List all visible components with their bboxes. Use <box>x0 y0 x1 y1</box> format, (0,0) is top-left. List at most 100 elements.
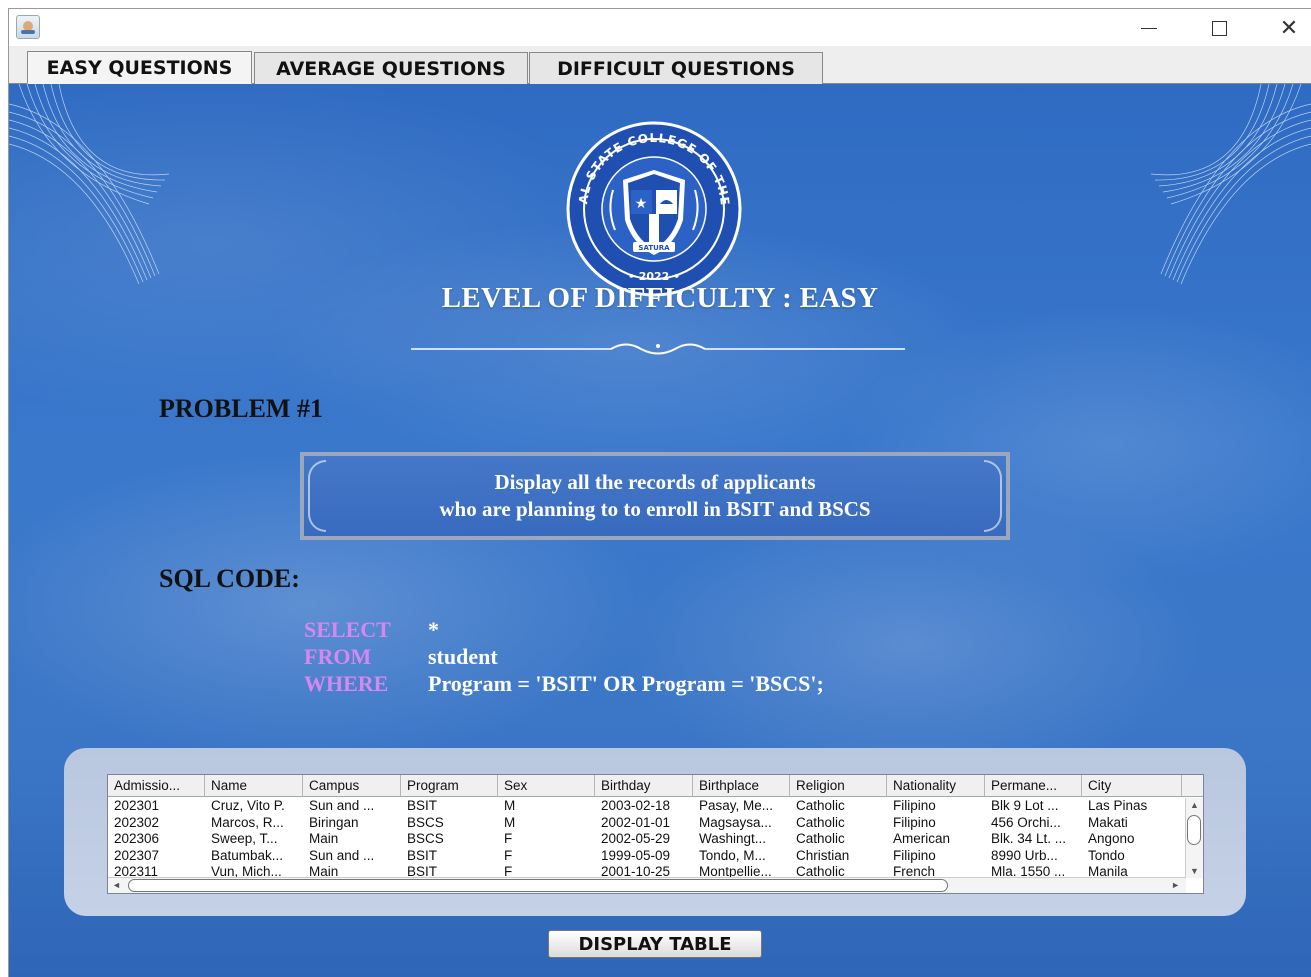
table-row[interactable]: 202301 Cruz, Vito P. Sun and ... BSIT M 2003-… <box>108 798 1184 815</box>
table-cell: F <box>504 831 513 847</box>
table-cell: Catholic <box>796 814 845 830</box>
table-cell: 202307 <box>114 847 160 863</box>
horizontal-scrollbar[interactable]: ◄ ► <box>108 877 1186 893</box>
minimize-button[interactable] <box>1114 9 1184 47</box>
table-row[interactable]: 202311 Vun, Mich... Main BSIT F 2001-10-25 Mon… <box>108 864 1184 878</box>
sql-keyword: FROM <box>304 644 372 669</box>
table-cell: Washingt... <box>699 831 767 847</box>
table-cell: Blk. 34 Lt. ... <box>991 831 1067 847</box>
problem-line-1: Display all the records of applicants <box>494 470 816 494</box>
table-cell: 8990 Urb... <box>991 847 1058 863</box>
table-cell: Pasay, Me... <box>699 798 774 813</box>
vertical-scroll-thumb[interactable] <box>1187 815 1201 845</box>
table-cell: Sun and ... <box>309 798 375 813</box>
column-header[interactable]: Birthday <box>595 775 693 797</box>
table-cell: 202311 <box>114 864 159 878</box>
table-cell: Manila <box>1088 864 1128 878</box>
table-row[interactable]: 202302 Marcos, R... Biringan BSCS M 2002-01-0… <box>108 815 1184 832</box>
table-cell: 202306 <box>114 831 160 847</box>
tab-easy-questions[interactable]: EASY QUESTIONS <box>27 51 252 84</box>
horizontal-scroll-thumb[interactable] <box>128 879 948 892</box>
close-icon: ✕ <box>1279 15 1299 41</box>
ornamental-divider <box>411 343 905 355</box>
sql-keyword: WHERE <box>304 671 389 696</box>
table-cell: BSIT <box>407 847 438 863</box>
table-cell: Tondo <box>1088 847 1125 863</box>
table-cell: Catholic <box>796 831 845 847</box>
problem-line-2: who are planning to to enroll in BSIT an… <box>439 497 871 521</box>
table-cell: Biringan <box>309 814 359 830</box>
problem-heading: PROBLEM #1 <box>159 394 323 423</box>
table-cell: Tondo, M... <box>699 847 766 863</box>
maximize-button[interactable] <box>1184 9 1254 47</box>
tab-average-questions[interactable]: AVERAGE QUESTIONS <box>254 52 528 84</box>
table-cell: American <box>893 831 951 847</box>
table-body[interactable]: 202301 Cruz, Vito P. Sun and ... BSIT M 2003-… <box>108 798 1184 878</box>
table-row[interactable]: 202307 Batumbak... Sun and ... BSIT F 1999-05… <box>108 848 1184 865</box>
table-cell: Marcos, R... <box>211 814 284 830</box>
column-header[interactable]: Permane... <box>985 775 1082 797</box>
table-cell: Filipino <box>893 798 936 813</box>
title-bar: ✕ <box>8 8 1311 46</box>
scroll-down-icon[interactable]: ▼ <box>1190 866 1199 876</box>
table-cell: Mla. 1550 ... <box>991 864 1066 878</box>
sql-argument: Program = 'BSIT' OR Program = 'BSCS'; <box>428 671 824 696</box>
table-cell: Montpellie... <box>699 864 772 878</box>
table-cell: 2002-01-01 <box>601 814 671 830</box>
table-cell: Cruz, Vito P. <box>211 798 285 813</box>
problem-statement-box: Display all the records of applicants wh… <box>300 452 1010 540</box>
table-cell: 2002-05-29 <box>601 831 671 847</box>
table-cell: Catholic <box>796 798 845 813</box>
table-cell: Filipino <box>893 814 936 830</box>
tab-strip: EASY QUESTIONS AVERAGE QUESTIONS DIFFICU… <box>9 46 1311 84</box>
close-button[interactable]: ✕ <box>1254 9 1311 47</box>
table-cell: Main <box>309 864 339 878</box>
decorative-line-art-left <box>9 84 170 284</box>
college-seal-logo: INTERNATIONAL STATE COLLEGE OF THE PHILI… <box>565 120 742 297</box>
table-cell: Sweep, T... <box>211 831 278 847</box>
table-cell: Batumbak... <box>211 847 284 863</box>
table-cell: F <box>504 847 513 863</box>
table-cell: Christian <box>796 847 850 863</box>
vertical-scrollbar[interactable]: ▲ ▼ <box>1185 798 1203 878</box>
table-cell: F <box>504 864 513 878</box>
java-cup-icon[interactable] <box>16 15 40 39</box>
column-header[interactable]: Name <box>205 775 303 797</box>
column-header[interactable]: City <box>1082 775 1182 797</box>
minimize-icon <box>1141 27 1157 29</box>
scroll-left-icon[interactable]: ◄ <box>112 880 121 890</box>
decorative-line-art-right <box>1150 84 1311 284</box>
table-cell: Magsaysa... <box>699 814 772 830</box>
scroll-right-icon[interactable]: ► <box>1171 880 1180 890</box>
results-table[interactable]: Admissio... Name Campus Program Sex Birthday B… <box>107 774 1204 894</box>
tab-difficult-questions[interactable]: DIFFICULT QUESTIONS <box>529 52 823 84</box>
column-header[interactable]: Campus <box>303 775 401 797</box>
table-cell: Main <box>309 831 339 847</box>
column-header[interactable]: Sex <box>498 775 595 797</box>
column-header[interactable]: Birthplace <box>693 775 790 797</box>
scroll-up-icon[interactable]: ▲ <box>1190 800 1199 810</box>
sql-argument: student <box>428 644 498 669</box>
column-header[interactable]: Admissio... <box>108 775 205 797</box>
table-cell: Filipino <box>893 847 936 863</box>
table-cell: Catholic <box>796 864 845 878</box>
table-cell: M <box>504 798 516 813</box>
column-header[interactable]: Nationality <box>887 775 985 797</box>
table-cell: Angono <box>1088 831 1135 847</box>
maximize-icon <box>1211 20 1227 36</box>
display-table-button[interactable]: DISPLAY TABLE <box>548 930 762 958</box>
table-cell: 202302 <box>114 814 160 830</box>
table-row[interactable]: 202306 Sweep, T... Main BSCS F 2002-05-29 Wash… <box>108 831 1184 848</box>
table-cell: Las Pinas <box>1088 798 1148 813</box>
table-cell: French <box>893 864 936 878</box>
table-cell: 202301 <box>114 798 160 813</box>
sql-keyword: SELECT <box>304 617 391 642</box>
table-cell: Vun, Mich... <box>211 864 282 878</box>
column-header[interactable]: Program <box>401 775 498 797</box>
table-cell: BSCS <box>407 831 444 847</box>
column-header[interactable]: Religion <box>790 775 887 797</box>
table-cell: 1999-05-09 <box>601 847 671 863</box>
difficulty-title: LEVEL OF DIFFICULTY : EASY <box>441 282 879 314</box>
sql-code-heading: SQL CODE: <box>159 564 300 593</box>
table-cell: 2003-02-18 <box>601 798 671 813</box>
